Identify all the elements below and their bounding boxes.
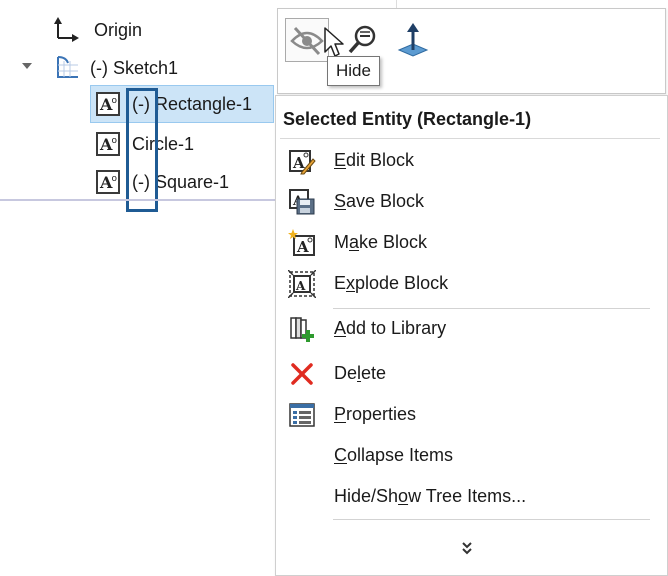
tree-item-rectangle-1[interactable]: Ao (-) Rectangle-1 <box>96 90 252 118</box>
menu-item-label: Collapse Items <box>334 445 454 465</box>
menu-item-label: Make Block <box>334 232 428 252</box>
svg-text:A: A <box>296 238 309 256</box>
menu-item-explode-block[interactable]: A Explode Block <box>282 264 662 304</box>
normal-to-icon <box>397 23 429 57</box>
delete-icon <box>291 363 313 385</box>
sketch-icon <box>57 56 78 78</box>
menu-item-label: Hide/Show Tree Items... <box>334 486 527 506</box>
normal-to-button[interactable] <box>391 20 435 64</box>
collapse-arrow-icon[interactable] <box>21 60 33 72</box>
add-to-library-icon <box>290 317 314 342</box>
menu-item-collapse-items[interactable]: Collapse Items <box>282 436 662 476</box>
menu-item-save-block[interactable]: A Save Block <box>282 182 662 222</box>
menu-item-edit-block[interactable]: A Edit Block <box>282 141 662 181</box>
properties-icon <box>289 403 315 427</box>
menu-item-hide-show-tree-items[interactable]: Hide/Show Tree Items... <box>282 477 662 517</box>
menu-separator <box>333 519 650 520</box>
menu-item-label: Save Block <box>334 191 425 211</box>
menu-item-make-block[interactable]: A Make Block <box>282 223 662 263</box>
tooltip: Hide <box>327 56 380 86</box>
block-icon: Ao <box>96 92 120 116</box>
block-icon: Ao <box>96 132 120 156</box>
annotation-highlight-box <box>126 88 158 212</box>
menu-item-label: Explode Block <box>334 273 449 293</box>
save-block-icon: A <box>289 189 315 215</box>
tree-item-square-1[interactable]: Ao (-) Square-1 <box>96 168 229 196</box>
edit-block-icon: A <box>289 150 316 175</box>
explode-block-icon: A <box>288 270 316 298</box>
menu-item-properties[interactable]: Properties <box>282 395 662 435</box>
tree-item-label: Origin <box>94 19 143 40</box>
make-block-icon: A <box>288 229 315 256</box>
svg-text:A: A <box>295 279 306 293</box>
svg-text:A: A <box>292 154 305 172</box>
menu-item-add-to-library[interactable]: Add to Library <box>282 309 662 349</box>
origin-icon <box>54 17 79 42</box>
tree-divider <box>0 199 278 201</box>
menu-item-label: Delete <box>334 363 387 383</box>
menu-item-label: Add to Library <box>334 318 447 338</box>
tree-item-origin[interactable]: Origin <box>52 16 142 44</box>
menu-item-delete[interactable]: Delete <box>282 354 662 394</box>
block-icon: Ao <box>96 170 120 194</box>
menu-item-label: Properties <box>334 404 417 424</box>
menu-item-label: Edit Block <box>334 150 415 170</box>
tree-item-label: (-) Sketch1 <box>90 57 179 78</box>
menu-separator <box>280 138 660 139</box>
menu-title: Selected Entity (Rectangle-1) <box>283 109 532 129</box>
double-chevron-down-icon[interactable] <box>455 536 479 560</box>
tree-item-sketch1[interactable]: (-) Sketch1 <box>52 54 178 82</box>
